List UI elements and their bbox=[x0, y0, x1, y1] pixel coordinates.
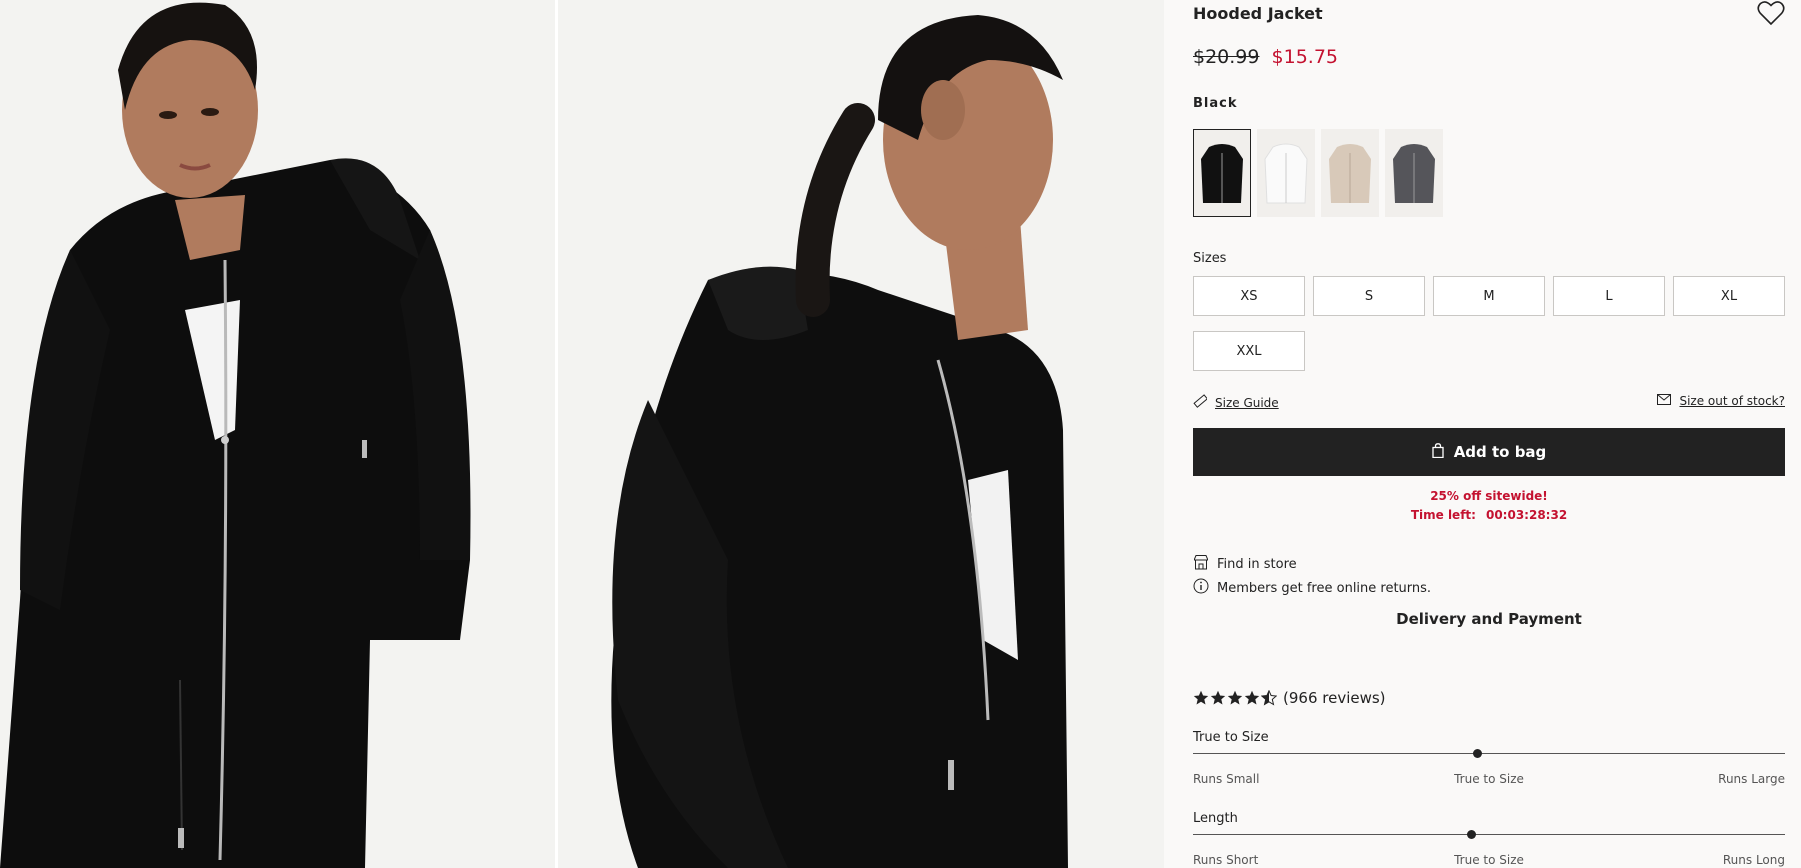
returns-info: Members get free online returns. bbox=[1193, 578, 1431, 598]
price-row: $20.99 $15.75 bbox=[1193, 46, 1338, 68]
fit-scale-track bbox=[1193, 749, 1785, 758]
fit-label-left: Runs Short bbox=[1193, 853, 1259, 867]
store-icon bbox=[1193, 554, 1209, 574]
find-in-store-label: Find in store bbox=[1217, 556, 1297, 572]
fit-label-right: Runs Large bbox=[1718, 772, 1785, 786]
add-to-bag-label: Add to bag bbox=[1453, 443, 1547, 461]
fit-scale-marker bbox=[1467, 830, 1477, 839]
model-side-illustration bbox=[558, 0, 1164, 868]
swatch-beige[interactable] bbox=[1321, 129, 1379, 217]
swatch-dark-grey[interactable] bbox=[1385, 129, 1443, 217]
swatch-white[interactable] bbox=[1257, 129, 1315, 217]
size-guide-link[interactable]: Size Guide bbox=[1193, 394, 1279, 411]
size-option-s[interactable]: S bbox=[1313, 276, 1425, 316]
product-title: Hooded Jacket bbox=[1193, 4, 1323, 23]
star-full-icon bbox=[1244, 690, 1260, 705]
sizes-label: Sizes bbox=[1193, 251, 1227, 266]
swatch-black[interactable] bbox=[1193, 129, 1251, 217]
delivery-and-payment-link[interactable]: Delivery and Payment bbox=[1193, 610, 1785, 628]
size-option-xs[interactable]: XS bbox=[1193, 276, 1305, 316]
fit-label-right: Runs Long bbox=[1722, 853, 1785, 867]
find-in-store-link[interactable]: Find in store bbox=[1193, 554, 1297, 574]
star-full-icon bbox=[1210, 690, 1226, 705]
countdown-label: Time left: bbox=[1410, 508, 1476, 522]
size-guide-label: Size Guide bbox=[1215, 395, 1279, 410]
fit-scale-labels: Runs Short True to Size Runs Long bbox=[1193, 853, 1785, 868]
promo-text: 25% off sitewide! bbox=[1430, 489, 1548, 503]
fit-label-center: True to Size bbox=[1454, 853, 1524, 867]
product-image-side[interactable] bbox=[558, 0, 1164, 868]
countdown-value: 00:03:28:32 bbox=[1485, 508, 1568, 522]
size-option-l[interactable]: L bbox=[1553, 276, 1665, 316]
info-icon bbox=[1193, 578, 1209, 598]
size-option-xl[interactable]: XL bbox=[1673, 276, 1785, 316]
product-gallery bbox=[0, 0, 1164, 868]
sale-price: $15.75 bbox=[1271, 46, 1339, 68]
fit-scale-track bbox=[1193, 830, 1785, 839]
fit-scale-length: Length Runs Short True to Size Runs Long bbox=[1193, 811, 1785, 868]
reviews-count: (966 reviews) bbox=[1283, 689, 1386, 707]
size-out-of-stock-link[interactable]: Size out of stock? bbox=[1657, 394, 1785, 408]
size-option-xxl[interactable]: XXL bbox=[1193, 331, 1305, 371]
fit-label-center: True to Size bbox=[1454, 772, 1524, 786]
selected-color-name: Black bbox=[1193, 96, 1238, 111]
fit-scale-title: Length bbox=[1193, 811, 1238, 826]
size-links-row: Size Guide Size out of stock? bbox=[1193, 394, 1785, 414]
fit-scale-labels: Runs Small True to Size Runs Large bbox=[1193, 772, 1785, 788]
envelope-icon bbox=[1657, 394, 1672, 408]
returns-label: Members get free online returns. bbox=[1217, 580, 1432, 596]
promo-banner: 25% off sitewide! Time left: 00:03:28:32 bbox=[1193, 487, 1785, 525]
star-rating bbox=[1193, 690, 1277, 706]
model-front-illustration bbox=[0, 0, 555, 868]
shopping-bag-icon bbox=[1432, 442, 1444, 462]
fit-scale-title: True to Size bbox=[1193, 730, 1269, 745]
color-swatches bbox=[1193, 129, 1443, 217]
countdown: Time left: 00:03:28:32 bbox=[1193, 506, 1785, 525]
reviews-summary[interactable]: (966 reviews) bbox=[1193, 689, 1386, 707]
size-out-of-stock-label: Size out of stock? bbox=[1679, 394, 1785, 408]
star-full-icon bbox=[1193, 690, 1209, 705]
star-full-icon bbox=[1227, 690, 1243, 705]
star-half-icon bbox=[1261, 690, 1277, 706]
size-option-m[interactable]: M bbox=[1433, 276, 1545, 316]
fit-label-left: Runs Small bbox=[1193, 772, 1260, 786]
ruler-icon bbox=[1193, 394, 1208, 411]
size-options: XS S M L XL XXL bbox=[1193, 276, 1785, 371]
fit-scale-marker bbox=[1473, 749, 1483, 758]
product-image-front[interactable] bbox=[0, 0, 555, 868]
add-to-bag-button[interactable]: Add to bag bbox=[1193, 428, 1785, 476]
fit-scale-size: True to Size Runs Small True to Size Run… bbox=[1193, 730, 1785, 788]
favorite-heart-icon[interactable] bbox=[1757, 0, 1785, 26]
original-price: $20.99 bbox=[1193, 46, 1260, 68]
product-details-panel: Hooded Jacket $20.99 $15.75 Black Sizes … bbox=[1193, 0, 1785, 868]
